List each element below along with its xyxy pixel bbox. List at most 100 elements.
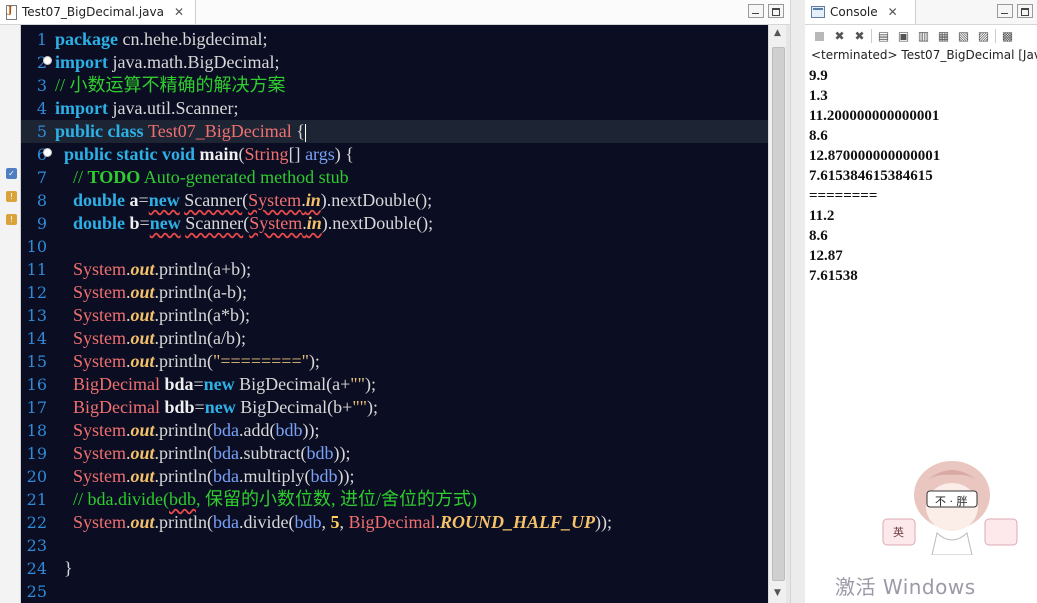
fold-toggle-icon[interactable]: [43, 56, 52, 65]
scroll-up-icon[interactable]: ▲: [769, 25, 786, 42]
task-marker-icon[interactable]: ✓: [6, 168, 17, 179]
terminate-icon[interactable]: [811, 28, 828, 45]
line-number: 25: [26, 582, 47, 601]
code-line[interactable]: 7 // TODO Auto-generated method stub: [21, 166, 768, 189]
code-line[interactable]: 3 // 小数运算不精确的解决方案: [21, 74, 768, 97]
close-icon[interactable]: ✕: [888, 5, 898, 19]
console-tab[interactable]: Console ✕: [805, 0, 916, 24]
maximize-icon[interactable]: [768, 4, 784, 18]
code-line[interactable]: 19 System.out.println(bda.subtract(bdb))…: [21, 442, 768, 465]
close-icon[interactable]: ✕: [174, 5, 184, 19]
code-token: // 小数运算不精确的解决方案: [55, 75, 286, 95]
code-line[interactable]: 23: [21, 534, 768, 557]
code-text: BigDecimal bdb=new BigDecimal(b+"");: [55, 396, 378, 419]
code-line[interactable]: 16 BigDecimal bda=new BigDecimal(a+"");: [21, 373, 768, 396]
toolbar-separator: [995, 29, 996, 43]
show-when-stderr-icon[interactable]: ▧: [955, 28, 972, 45]
code-line[interactable]: 21 // bda.divide(bdb, 保留的小数位数, 进位/舍位的方式): [21, 488, 768, 511]
code-token: new: [203, 374, 240, 394]
show-when-stdout-icon[interactable]: ▦: [935, 28, 952, 45]
toolbar-separator: [871, 29, 872, 43]
console-status: <terminated> Test07_BigDecimal [Java: [811, 48, 1037, 62]
pane-divider[interactable]: [790, 0, 806, 603]
code-text: }: [55, 557, 73, 580]
editor-tab-bar: Test07_BigDecimal.java ✕: [0, 0, 790, 25]
code-token: out: [130, 305, 155, 325]
pin-console-icon[interactable]: ▨: [975, 28, 992, 45]
editor-tab[interactable]: Test07_BigDecimal.java ✕: [0, 0, 196, 24]
code-token: .println(a*b);: [154, 305, 251, 325]
code-area[interactable]: 1 package cn.hehe.bigdecimal; 2 import java…: [21, 25, 768, 603]
text-cursor: [304, 123, 306, 142]
code-token: .println(a-b);: [154, 282, 248, 302]
warning-marker-icon[interactable]: !: [6, 191, 17, 202]
console-output-line: 12.87: [809, 248, 843, 264]
line-number: 22: [26, 513, 47, 532]
remove-launch-icon[interactable]: ✖: [831, 28, 848, 45]
line-number: 12: [26, 283, 47, 302]
warning-marker-icon[interactable]: !: [6, 214, 17, 225]
maximize-icon[interactable]: [1017, 4, 1033, 18]
code-token: ,: [321, 512, 331, 532]
open-console-icon[interactable]: ▩: [999, 28, 1016, 45]
clear-console-icon[interactable]: ▤: [875, 28, 892, 45]
code-token: out: [130, 328, 155, 348]
code-line[interactable]: 13 System.out.println(a*b);: [21, 304, 768, 327]
scrollbar-thumb[interactable]: [772, 47, 785, 581]
code-line[interactable]: 6 public static void main(String[] args)…: [21, 143, 768, 166]
code-text: import java.util.Scanner;: [55, 97, 238, 120]
code-token: ).nextDouble();: [321, 213, 434, 233]
code-line[interactable]: 4 import java.util.Scanner;: [21, 97, 768, 120]
code-text: package cn.hehe.bigdecimal;: [55, 28, 267, 51]
code-line[interactable]: 1 package cn.hehe.bigdecimal;: [21, 28, 768, 51]
code-line[interactable]: 25: [21, 580, 768, 603]
code-token: ));: [333, 443, 351, 463]
scroll-down-icon[interactable]: ▼: [769, 585, 786, 602]
minimize-icon[interactable]: [997, 4, 1013, 18]
code-line[interactable]: 9 double b=new Scanner(System.in).nextDo…: [21, 212, 768, 235]
code-token: =: [138, 190, 149, 210]
code-text: double b=new Scanner(System.in).nextDoub…: [55, 212, 433, 235]
code-line[interactable]: 5 public class Test07_BigDecimal {: [21, 120, 768, 143]
console-toolbar: ✖ ✖ ▤ ▣ ▥ ▦ ▧ ▨ ▩: [805, 25, 1037, 47]
scroll-lock-icon[interactable]: ▣: [895, 28, 912, 45]
code-line[interactable]: 18 System.out.println(bda.add(bdb));: [21, 419, 768, 442]
code-token: package: [55, 29, 118, 49]
remove-all-terminated-icon[interactable]: ✖: [851, 28, 868, 45]
minimize-icon[interactable]: [748, 4, 764, 18]
code-token: ROUND_HALF_UP: [440, 512, 596, 532]
line-number: 15: [26, 352, 47, 371]
code-token: System: [73, 259, 127, 279]
word-wrap-icon[interactable]: ▥: [915, 28, 932, 45]
code-line[interactable]: 24 }: [21, 557, 768, 580]
code-line[interactable]: 2 import java.math.BigDecimal;: [21, 51, 768, 74]
code-token: bdb: [168, 489, 196, 509]
code-line[interactable]: 15 System.out.println("========");: [21, 350, 768, 373]
code-line[interactable]: 22 System.out.println(bda.divide(bdb, 5,…: [21, 511, 768, 534]
code-line[interactable]: 8 double a=new Scanner(System.in).nextDo…: [21, 189, 768, 212]
console-tab-title: Console: [830, 5, 878, 19]
sticker-bubble-text: 不 · 胖: [935, 495, 968, 508]
console-output[interactable]: 9.9 1.3 11.200000000000001 8.6 12.8700000000…: [809, 66, 1035, 286]
code-text: System.out.println(bda.add(bdb));: [55, 419, 320, 442]
code-token: b: [129, 213, 140, 233]
code-line[interactable]: 11 System.out.println(a+b);: [21, 258, 768, 281]
code-line[interactable]: 12 System.out.println(a-b);: [21, 281, 768, 304]
code-token: ,: [339, 512, 349, 532]
editor-vertical-scrollbar[interactable]: ▲ ▼: [768, 25, 786, 603]
code-token: ).nextDouble();: [320, 190, 433, 210]
code-line[interactable]: 10: [21, 235, 768, 258]
code-token: BigDecimal: [73, 374, 165, 394]
code-line[interactable]: 20 System.out.println(bda.multiply(bdb))…: [21, 465, 768, 488]
code-line[interactable]: 17 BigDecimal bdb=new BigDecimal(b+"");: [21, 396, 768, 419]
code-line[interactable]: 14 System.out.println(a/b);: [21, 327, 768, 350]
fold-toggle-icon[interactable]: [43, 148, 52, 157]
